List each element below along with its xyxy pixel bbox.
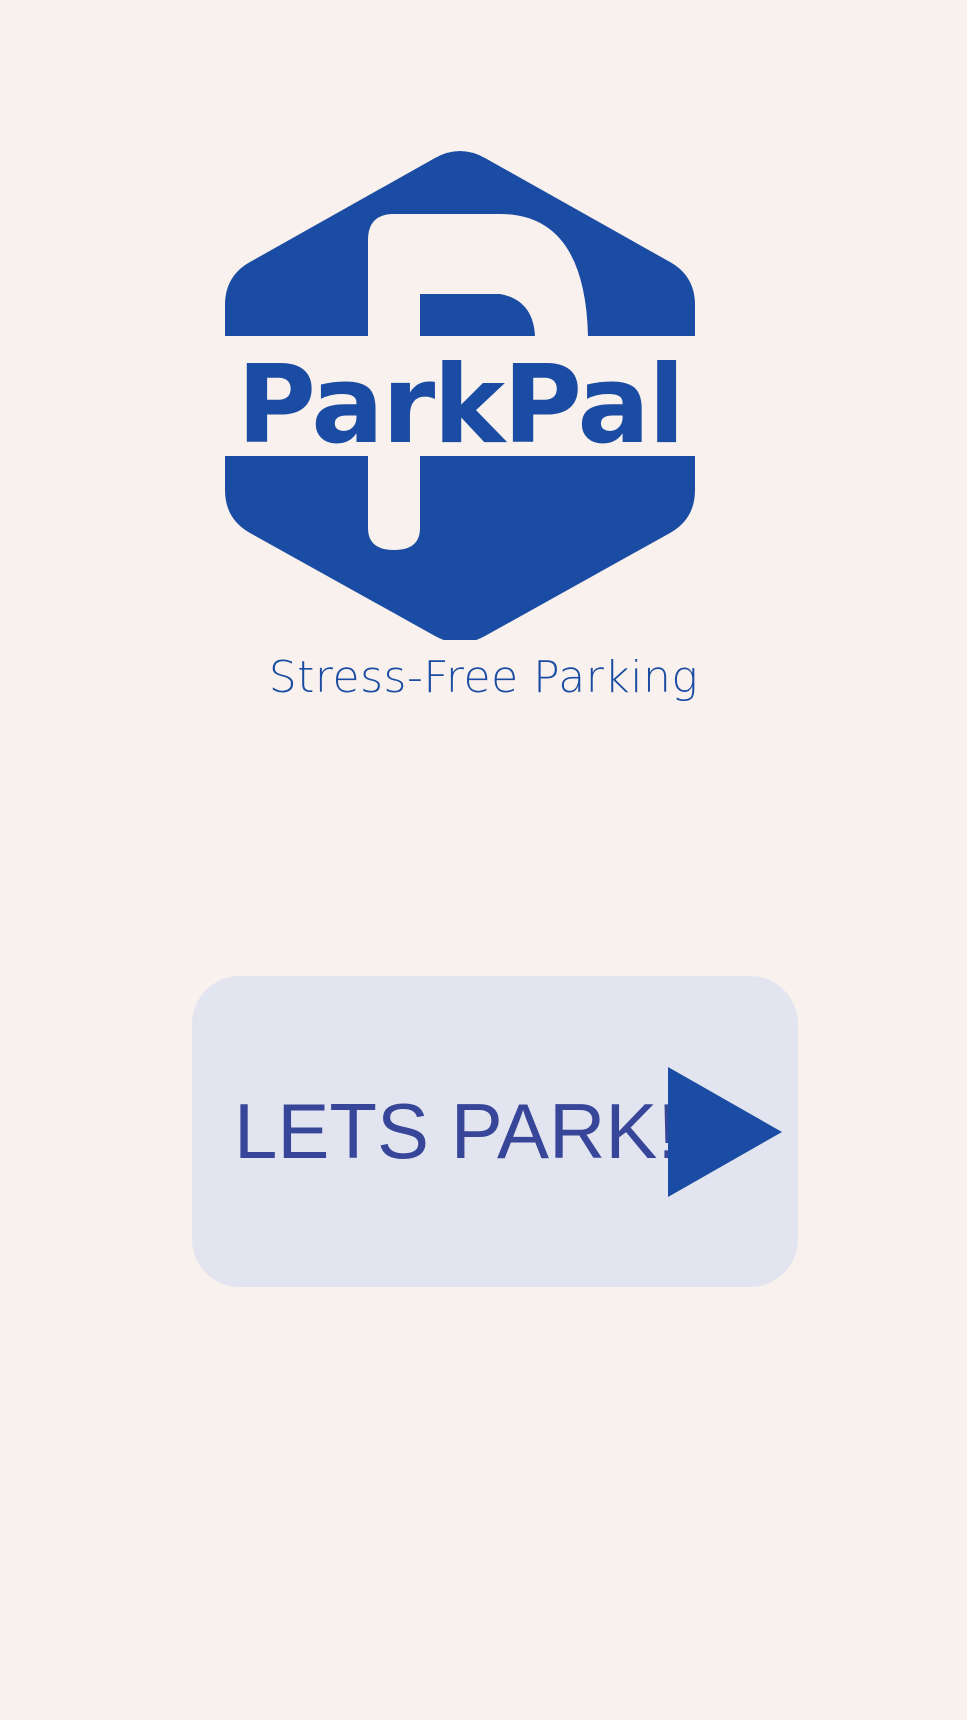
tagline: Stress-Free Parking — [268, 652, 699, 703]
lets-park-button[interactable]: LETS PARK! — [192, 976, 798, 1287]
lets-park-label: LETS PARK! — [234, 1087, 680, 1175]
app-logo: ParkPal — [200, 150, 720, 640]
logo-wordmark: ParkPal — [237, 343, 683, 468]
parkpal-logo-icon: ParkPal — [200, 151, 720, 640]
play-icon — [668, 1067, 782, 1197]
